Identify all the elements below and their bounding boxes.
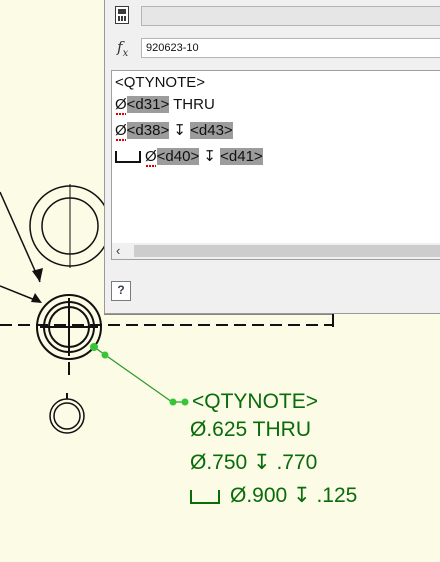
qtynote-token: <QTYNOTE> bbox=[115, 74, 206, 91]
note-edit-dialog: fx 920623-10 <QTYNOTE> Ø<d31> THRU Ø<d38… bbox=[104, 0, 440, 314]
small-hole-inner bbox=[53, 402, 81, 430]
help-icon[interactable]: ? bbox=[111, 281, 131, 301]
diameter-symbol: Ø bbox=[115, 96, 127, 115]
leader-grip-end-2[interactable] bbox=[181, 398, 189, 406]
editor-text: THRU bbox=[169, 96, 215, 113]
param-token: <d43> bbox=[190, 122, 233, 139]
small-hole-outer bbox=[49, 398, 85, 434]
note-line-4-text: Ø.900 ↧ .125 bbox=[230, 484, 358, 507]
leader-grip-start[interactable] bbox=[90, 343, 98, 351]
arrowhead-1 bbox=[32, 268, 43, 282]
diameter-symbol: Ø bbox=[115, 122, 127, 141]
param-token: <d41> bbox=[220, 148, 263, 165]
note-line-4[interactable]: Ø.900 ↧ .125 bbox=[190, 479, 357, 512]
leader-grip-mid[interactable] bbox=[101, 351, 109, 359]
editor-line-2: Ø<d31> THRU bbox=[115, 95, 215, 115]
counterbore-icon bbox=[190, 490, 220, 504]
editor-line-1: <QTYNOTE> bbox=[115, 73, 205, 93]
leader-grip-end-1[interactable] bbox=[169, 398, 177, 406]
fx-icon[interactable]: fx bbox=[117, 38, 128, 59]
scroll-left-icon[interactable]: ‹ bbox=[116, 243, 120, 259]
horizontal-scrollbar[interactable]: ‹ bbox=[112, 243, 440, 259]
note-text-editor[interactable]: <QTYNOTE> Ø<d31> THRU Ø<d38> ↧ <d43> Ø<d… bbox=[111, 70, 440, 260]
diameter-symbol: Ø bbox=[145, 148, 157, 167]
depth-symbol: ↧ bbox=[199, 148, 221, 165]
depth-symbol: ↧ bbox=[169, 122, 191, 139]
name-row: fx 920623-10 bbox=[105, 34, 440, 64]
param-token: <d38> bbox=[126, 122, 170, 139]
name-field[interactable]: 920623-10 bbox=[141, 38, 440, 58]
toolbar-row bbox=[105, 0, 440, 32]
note-line-2[interactable]: Ø.625 THRU bbox=[190, 413, 311, 446]
counterbore-icon bbox=[115, 151, 141, 163]
editor-line-4: Ø<d40> ↧ <d41> bbox=[115, 147, 263, 167]
arrowhead-2 bbox=[31, 293, 42, 303]
unused-field[interactable] bbox=[141, 6, 440, 26]
calculator-icon[interactable] bbox=[115, 6, 129, 24]
scroll-thumb[interactable] bbox=[134, 245, 440, 257]
editor-line-3: Ø<d38> ↧ <d43> bbox=[115, 121, 233, 141]
param-token: <d40> bbox=[156, 148, 200, 165]
note-line-3[interactable]: Ø.750 ↧ .770 bbox=[190, 446, 317, 479]
param-token: <d31> bbox=[126, 96, 170, 113]
dim-leader-1 bbox=[0, 191, 41, 283]
